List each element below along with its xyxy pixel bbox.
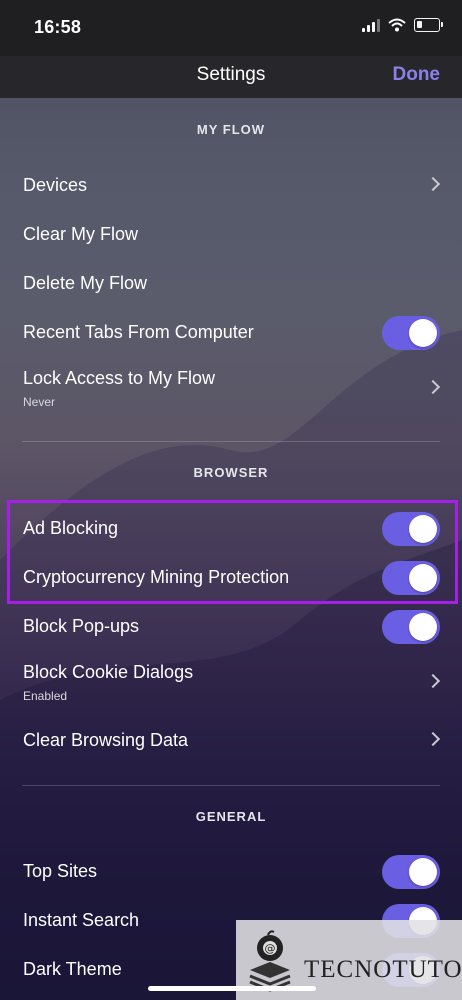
cellular-signal-icon xyxy=(362,18,380,32)
chevron-right-icon xyxy=(425,673,441,689)
top-sites-row: Top Sites xyxy=(0,848,462,894)
lock-access-value: Never xyxy=(23,395,56,409)
chevron-right-icon xyxy=(425,731,441,747)
section-header-my-flow: MY FLOW xyxy=(196,122,266,137)
dark-theme-label: Dark Theme xyxy=(23,959,122,979)
block-popups-toggle[interactable] xyxy=(382,610,440,644)
recent-tabs-label: Recent Tabs From Computer xyxy=(23,322,254,342)
clear-my-flow-row[interactable]: Clear My Flow xyxy=(0,211,462,257)
toggle-knob xyxy=(409,613,437,641)
recent-tabs-row: Recent Tabs From Computer xyxy=(0,309,462,355)
highlight-box xyxy=(7,500,458,604)
top-sites-label: Top Sites xyxy=(23,861,98,881)
clear-my-flow-label: Clear My Flow xyxy=(23,224,139,244)
done-button[interactable]: Done xyxy=(393,64,441,86)
home-indicator[interactable] xyxy=(148,986,316,991)
navigation-bar: Settings Done xyxy=(0,56,462,98)
devices-row[interactable]: Devices xyxy=(0,162,462,208)
instant-search-label: Instant Search xyxy=(23,910,140,930)
section-header-browser: BROWSER xyxy=(193,465,269,480)
delete-my-flow-row[interactable]: Delete My Flow xyxy=(0,260,462,306)
status-time: 16:58 xyxy=(34,17,82,37)
svg-text:@: @ xyxy=(265,942,276,955)
chevron-right-icon xyxy=(425,176,441,192)
block-popups-row: Block Pop-ups xyxy=(0,603,462,649)
toggle-knob xyxy=(409,319,437,347)
section-divider xyxy=(22,441,440,442)
watermark-text: TECNOTUTO xyxy=(304,956,462,983)
devices-label: Devices xyxy=(23,175,88,195)
clear-browsing-data-row[interactable]: Clear Browsing Data xyxy=(0,717,462,763)
block-cookie-dialogs-row[interactable]: Block Cookie Dialogs Enabled xyxy=(0,659,462,705)
clear-browsing-data-label: Clear Browsing Data xyxy=(23,730,189,750)
lock-access-row[interactable]: Lock Access to My Flow Never xyxy=(0,365,462,411)
recent-tabs-toggle[interactable] xyxy=(382,316,440,350)
wifi-icon xyxy=(388,18,406,32)
block-cookie-dialogs-value: Enabled xyxy=(23,689,68,703)
status-bar: 16:58 xyxy=(0,0,462,56)
watermark-logo-icon: @ xyxy=(249,930,291,992)
top-sites-toggle[interactable] xyxy=(382,855,440,889)
block-popups-label: Block Pop-ups xyxy=(23,616,140,636)
section-divider xyxy=(22,785,440,786)
section-header-general: GENERAL xyxy=(195,809,267,824)
chevron-right-icon xyxy=(425,379,441,395)
delete-my-flow-label: Delete My Flow xyxy=(23,273,148,293)
status-icons xyxy=(362,18,443,32)
toggle-knob xyxy=(409,858,437,886)
battery-icon xyxy=(414,18,443,32)
